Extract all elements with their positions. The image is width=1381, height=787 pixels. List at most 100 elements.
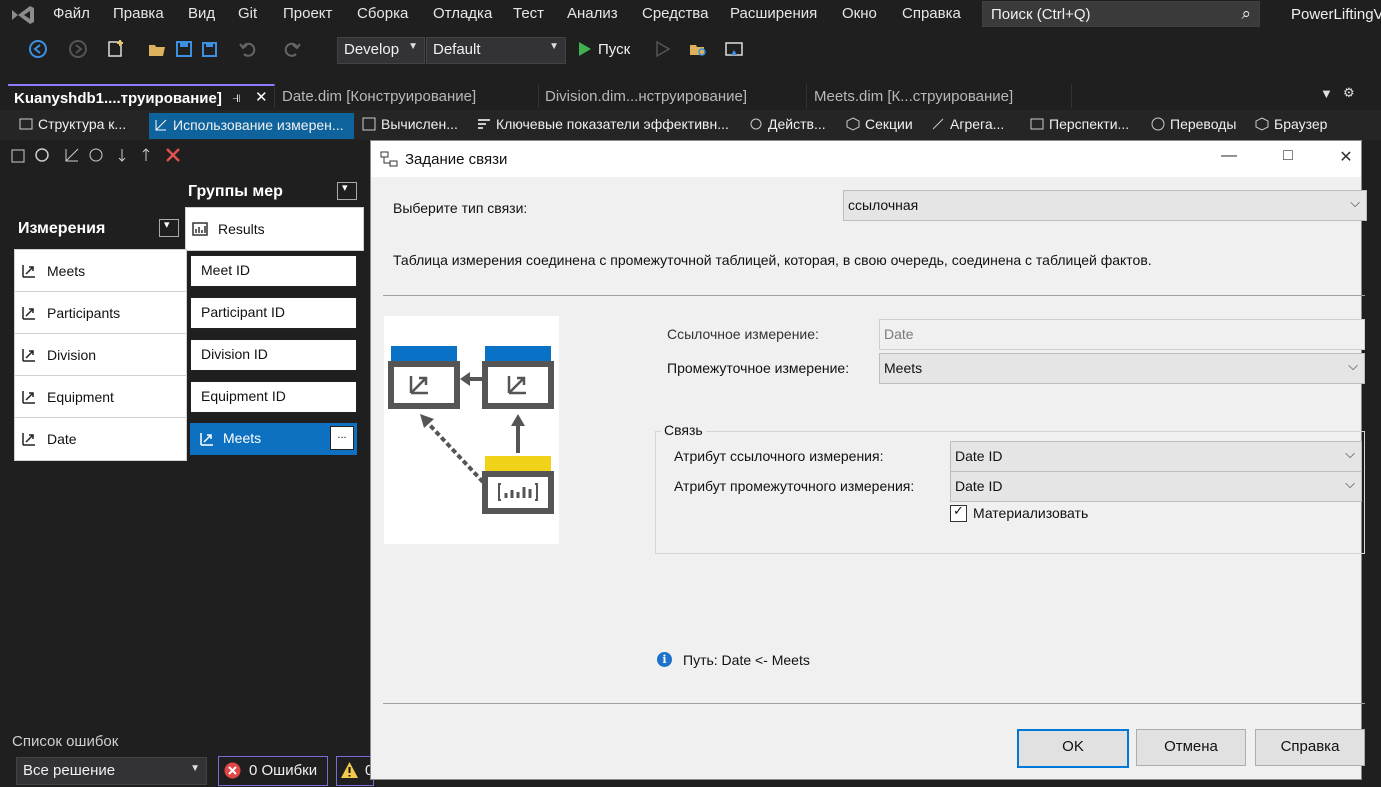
dimension-row-equipment[interactable]: Equipment [14, 375, 187, 419]
save-icon[interactable] [174, 39, 194, 59]
tab-calculations[interactable]: Вычислен... [361, 116, 458, 138]
platform-dropdown[interactable]: Default ▼ [426, 37, 566, 64]
error-scope-dropdown[interactable]: Все решение ▼ [16, 757, 207, 785]
designer-tabs: Структура к... Использование измерен... … [0, 110, 1381, 140]
measure-group-icon [192, 222, 208, 236]
save-all-icon[interactable] [200, 39, 220, 59]
menu-analyze[interactable]: Анализ [567, 5, 618, 22]
tab-dimension-usage[interactable]: Использование измерен... [149, 113, 354, 139]
tab-perspectives[interactable]: Перспекти... [1029, 116, 1129, 138]
relationship-cell-division-id[interactable]: Division ID [190, 339, 357, 371]
start-without-debug-icon[interactable] [652, 39, 672, 59]
configuration-dropdown[interactable]: Develop ▼ [337, 37, 425, 64]
tab-kpis[interactable]: Ключевые показатели эффективн... [476, 116, 729, 138]
partitions-icon [846, 117, 860, 131]
warnings-filter-button[interactable]: 0 [336, 756, 374, 786]
add-cube-dimension-icon[interactable] [10, 146, 28, 164]
refresh-icon[interactable] [33, 146, 51, 164]
minimize-icon[interactable]: — [1217, 147, 1241, 171]
tab-actions[interactable]: Действ... [748, 116, 826, 138]
relationship-type-select[interactable]: ссылочная ⌵ [843, 190, 1367, 221]
new-measure-group-icon[interactable] [87, 146, 105, 164]
search-placeholder: Поиск (Ctrl+Q) [991, 6, 1091, 23]
search-box[interactable]: Поиск (Ctrl+Q) ⌕ [982, 1, 1260, 27]
relationship-cell-equipment-id[interactable]: Equipment ID [190, 381, 357, 413]
intermediate-attribute-label: Атрибут промежуточного измерения: [674, 478, 915, 494]
tab-date-dim[interactable]: Date.dim [Конструирование] [276, 84, 539, 108]
menu-edit[interactable]: Правка [113, 5, 164, 22]
measure-group-label: Results [218, 221, 265, 237]
undo-icon[interactable] [238, 39, 258, 59]
tab-list-dropdown-icon[interactable]: ▼ [1320, 86, 1333, 101]
new-project-icon[interactable] [106, 39, 126, 59]
intermediate-attribute-select[interactable]: Date ID ⌵ [950, 471, 1362, 502]
ellipsis-button[interactable]: ... [330, 426, 354, 450]
configuration-value: Develop [344, 41, 400, 58]
tab-cube-structure[interactable]: Структура к... [18, 116, 126, 138]
measure-group-results[interactable]: Results [185, 207, 364, 251]
sort-descending-icon[interactable] [141, 146, 159, 164]
menu-help[interactable]: Справка [902, 5, 961, 22]
tab-label: Структура к... [38, 116, 127, 132]
dimension-icon [22, 433, 35, 446]
start-label[interactable]: Пуск [598, 41, 630, 58]
menu-file[interactable]: Файл [53, 5, 90, 22]
tab-cube-design[interactable]: Kuanyshdb1....труирование] ⫣ ✕ [8, 84, 275, 108]
menu-view[interactable]: Вид [188, 5, 215, 22]
intermediate-dimension-select[interactable]: Meets ⌵ [879, 353, 1365, 384]
materialize-checkbox[interactable] [950, 503, 967, 522]
menu-project[interactable]: Проект [283, 5, 332, 22]
browser-icon[interactable] [724, 39, 744, 59]
reference-attribute-value: Date ID [955, 448, 1003, 464]
relationship-cell-meet-id[interactable]: Meet ID [190, 255, 357, 287]
dimension-row-meets[interactable]: Meets [14, 249, 187, 293]
ok-button[interactable]: OK [1017, 729, 1129, 768]
delete-icon[interactable] [164, 146, 182, 164]
open-folder-icon[interactable] [147, 39, 167, 59]
pin-icon[interactable]: ⫣ [232, 89, 241, 106]
gear-icon[interactable]: ⚙ [1343, 85, 1355, 101]
redo-icon[interactable] [282, 39, 302, 59]
relationship-cell-participant-id[interactable]: Participant ID [190, 297, 357, 329]
scope-value: Все решение [23, 762, 116, 779]
dimension-row-division[interactable]: Division [14, 333, 187, 377]
tab-translations[interactable]: Переводы [1150, 116, 1236, 138]
tab-division-dim[interactable]: Division.dim...нструирование] [539, 84, 807, 108]
menu-test[interactable]: Тест [513, 5, 544, 22]
tab-aggregations[interactable]: Агрега... [930, 116, 1004, 138]
dimension-label: Division [47, 347, 97, 363]
tab-label: Meets.dim [К...струирование] [814, 88, 1014, 105]
dimension-row-participants[interactable]: Participants [14, 291, 187, 335]
close-icon[interactable]: ✕ [255, 88, 268, 106]
errors-filter-button[interactable]: 0 Ошибки [218, 756, 328, 786]
dimension-row-date[interactable]: Date [14, 417, 187, 461]
back-icon[interactable] [28, 39, 48, 59]
relationship-cell-meets-selected[interactable]: Meets ... [190, 423, 357, 455]
close-icon[interactable]: ✕ [1334, 147, 1358, 171]
tab-browser[interactable]: Браузер [1254, 116, 1327, 138]
menu-extensions[interactable]: Расширения [730, 5, 817, 22]
new-dimension-icon[interactable] [63, 146, 81, 164]
maximize-icon[interactable]: □ [1276, 147, 1300, 171]
globe-icon [1151, 117, 1165, 131]
visual-studio-logo-icon[interactable] [8, 3, 38, 27]
forward-icon[interactable] [68, 39, 88, 59]
start-icon[interactable] [574, 39, 594, 59]
menu-build[interactable]: Сборка [357, 5, 408, 22]
dimensions-dropdown[interactable] [159, 218, 179, 237]
menu-debug[interactable]: Отладка [433, 5, 492, 22]
reference-attribute-select[interactable]: Date ID ⌵ [950, 441, 1362, 472]
measure-groups-dropdown[interactable] [337, 181, 357, 200]
tab-meets-dim[interactable]: Meets.dim [К...струирование] [808, 84, 1072, 108]
menu-git[interactable]: Git [238, 5, 257, 22]
menu-tools[interactable]: Средства [642, 5, 708, 22]
menu-window[interactable]: Окно [842, 5, 877, 22]
reference-attribute-label: Атрибут ссылочного измерения: [674, 448, 884, 464]
folder-search-icon[interactable] [688, 39, 708, 59]
warning-icon [341, 762, 358, 778]
sort-ascending-icon[interactable] [117, 146, 135, 164]
tab-partitions[interactable]: Секции [845, 116, 913, 138]
help-button[interactable]: Справка [1255, 729, 1365, 766]
dimension-label: Meets [47, 263, 86, 279]
cancel-button[interactable]: Отмена [1136, 729, 1246, 766]
